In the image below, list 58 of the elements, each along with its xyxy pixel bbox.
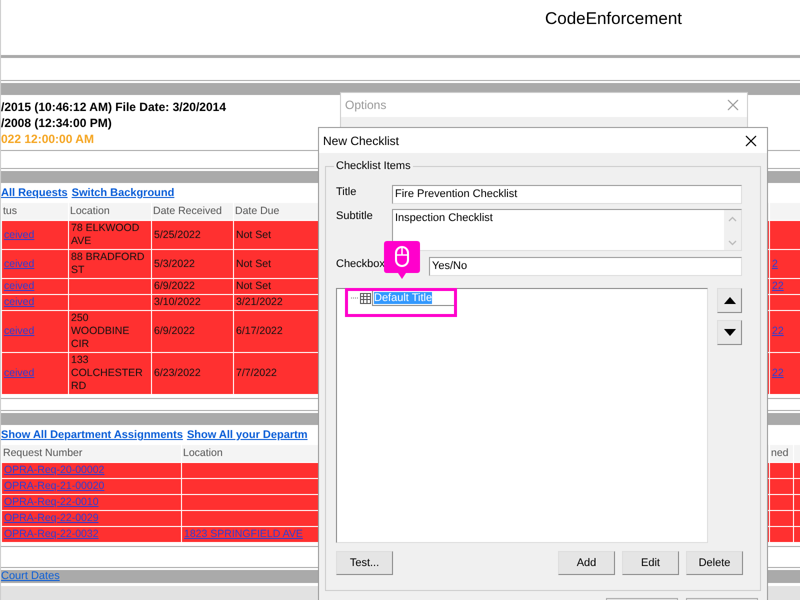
checkbox-type-field[interactable]: Yes/No bbox=[429, 257, 742, 276]
date-received-cell: 3/10/2022 bbox=[154, 296, 201, 309]
date-received-cell: 5/25/2022 bbox=[154, 228, 201, 242]
section-link[interactable]: Show All your Departm bbox=[186, 428, 308, 443]
column-header: Request Number bbox=[2, 445, 182, 462]
title-field[interactable]: Fire Prevention Checklist bbox=[392, 185, 742, 204]
window-title: Options bbox=[345, 98, 386, 112]
column-header: Location bbox=[68, 203, 152, 220]
move-up-button[interactable] bbox=[717, 288, 742, 313]
tree-connector-icon bbox=[351, 297, 359, 299]
location-cell-text: 250 WOODBINE CIR bbox=[71, 312, 130, 351]
up-triangle-icon bbox=[724, 297, 736, 304]
table-link[interactable]: 22 bbox=[772, 367, 784, 379]
column-header: Date Received bbox=[152, 203, 234, 220]
dialog-button[interactable]: Delete bbox=[686, 551, 743, 575]
dialog-button[interactable]: Edit bbox=[622, 551, 679, 575]
tree-item-edit-field[interactable]: Default Title bbox=[372, 290, 456, 306]
dialog-button[interactable]: Add bbox=[558, 551, 615, 575]
section-link[interactable]: All Requests bbox=[1, 186, 68, 201]
grid-icon bbox=[360, 292, 371, 304]
move-down-button[interactable] bbox=[717, 320, 742, 345]
column-header: ned bbox=[770, 445, 794, 462]
location-cell-text: 88 BRADFORD ST bbox=[71, 251, 146, 277]
date-received-cell: 5/3/2022 bbox=[154, 258, 195, 270]
court-dates-link[interactable]: Court Dates bbox=[1, 570, 60, 582]
location-cell-text: 133 COLCHESTER RD bbox=[71, 354, 144, 393]
date-due-cell: Not Set bbox=[236, 228, 272, 242]
date-received-cell: 6/23/2022 bbox=[154, 367, 201, 380]
info-text: /2015 (10:46:12 AM) File Date: 3/20/2014 bbox=[1, 99, 226, 115]
mouse-callout-icon bbox=[384, 241, 420, 279]
app-title: CodeEnforcement bbox=[545, 9, 682, 28]
status-link[interactable]: ceived bbox=[4, 367, 34, 379]
date-due-cell: 7/7/2022 bbox=[236, 367, 277, 380]
status-link[interactable]: ceived bbox=[4, 325, 34, 337]
section-link[interactable]: Switch Background bbox=[72, 186, 174, 201]
date-due-cell: 3/21/2022 bbox=[236, 296, 283, 309]
field-label: Checkbox bbox=[336, 257, 386, 272]
section-link[interactable]: Show All Department Assignments bbox=[1, 428, 183, 443]
date-due-cell: Not Set bbox=[236, 280, 272, 293]
location-cell-text: 78 ELKWOOD AVE bbox=[71, 222, 140, 248]
table-link[interactable]: 2 bbox=[772, 258, 778, 270]
date-received-cell: 6/9/2022 bbox=[154, 280, 195, 293]
table-link[interactable]: 22 bbox=[772, 325, 784, 337]
info-text: /2008 (12:34:00 PM) bbox=[1, 115, 112, 131]
info-text: 022 12:00:00 AM bbox=[1, 131, 94, 147]
field-label: Title bbox=[336, 185, 358, 200]
date-received-cell: 6/9/2022 bbox=[154, 325, 195, 338]
dialog-button[interactable]: Test... bbox=[336, 551, 393, 575]
status-link[interactable]: ceived bbox=[4, 228, 34, 240]
date-due-cell: Not Set bbox=[236, 258, 272, 270]
window-title: New Checklist bbox=[323, 134, 400, 148]
location-link[interactable]: 1823 SPRINGFIELD AVE bbox=[184, 528, 303, 540]
column-header: tus bbox=[2, 203, 68, 220]
checklist-tree[interactable]: Default Title bbox=[336, 288, 708, 543]
close-icon[interactable] bbox=[745, 134, 757, 146]
status-link[interactable]: ceived bbox=[4, 258, 34, 270]
down-triangle-icon bbox=[724, 329, 736, 336]
date-due-cell: 6/17/2022 bbox=[236, 325, 283, 338]
